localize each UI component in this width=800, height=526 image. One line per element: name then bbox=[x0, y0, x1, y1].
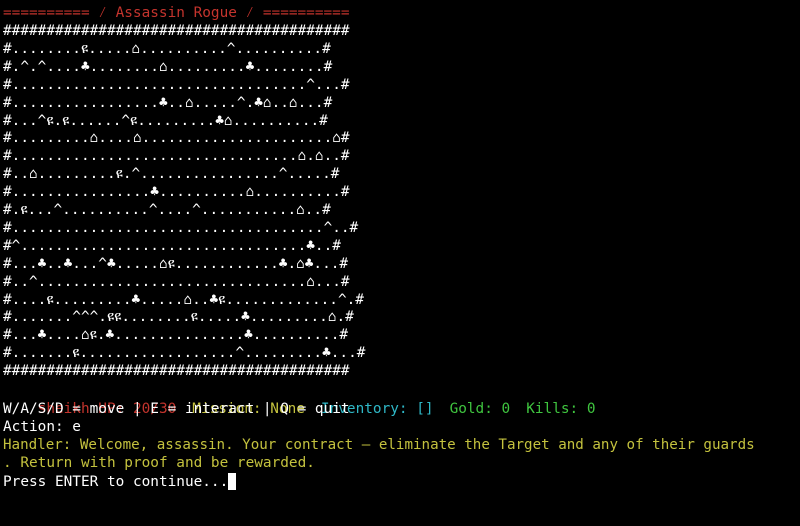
map-row: #...^ዩ.ዩ......^ዩ.........♣⌂..........# bbox=[3, 112, 328, 129]
continue-prompt[interactable]: Press ENTER to continue... bbox=[3, 473, 237, 491]
handler-message-line-1: Handler: Welcome, assassin. Your contrac… bbox=[3, 437, 755, 453]
gold-count: Gold: 0 bbox=[449, 401, 511, 417]
map-row: #.........⌂....⌂......................⌂# bbox=[3, 130, 350, 147]
map-row: ######################################## bbox=[3, 23, 350, 39]
map-row: #....ዩ.........♣.....⌂..♣ዩ.............^… bbox=[3, 291, 364, 308]
controls-help: W/A/S/D = move | E = interact | Q = quit bbox=[3, 401, 350, 417]
map-row: ######################################## bbox=[3, 363, 350, 380]
game-title: ========== ⁄ Assassin Rogue ⁄ ========== bbox=[3, 5, 350, 21]
map-row: #.^.^....♣........⌂.........♣........# bbox=[3, 58, 333, 75]
map-row: #..^...............................⌂...# bbox=[3, 273, 350, 290]
action-echo: Action: e bbox=[3, 419, 81, 435]
map-row: #..................................^...# bbox=[3, 76, 350, 93]
map-row: #.ዩ...^..........^....^...........⌂..# bbox=[3, 202, 331, 218]
map-row: #....................................^..… bbox=[3, 219, 359, 236]
map-row: #........ዩ.....⌂..........^..........# bbox=[3, 40, 331, 57]
map-row: #.......^^^.ዩዩ........ዩ.....♣.........⌂.… bbox=[3, 309, 354, 326]
map-row: #................♣..........⌂..........# bbox=[3, 184, 350, 201]
map-row: #...♣..♣...^♣.....⌂ዩ............♣.⌂♣...# bbox=[3, 255, 349, 272]
kills-count: Kills: 0 bbox=[526, 401, 596, 417]
map-row: #.......ዩ..................^.........♣..… bbox=[3, 345, 366, 362]
map-row: #.................♣..⌂.....^.♣⌂..⌂...# bbox=[3, 94, 333, 111]
map-row: #.................................⌂.⌂..# bbox=[3, 148, 350, 165]
map-row: #..⌂.........ዩ.^................^.....# bbox=[3, 166, 340, 183]
map-row: #^.................................♣..# bbox=[3, 237, 341, 254]
status-bar: sheikh HP: 20/30 Mission: None Inventory: … bbox=[3, 382, 596, 417]
handler-message-line-2: . Return with proof and be rewarded. bbox=[3, 455, 315, 471]
text-cursor[interactable] bbox=[228, 473, 237, 490]
continue-prompt-text: Press ENTER to continue... bbox=[3, 474, 229, 490]
map-row: #...♣....⌂ዩ.♣...............♣..........# bbox=[3, 327, 349, 344]
